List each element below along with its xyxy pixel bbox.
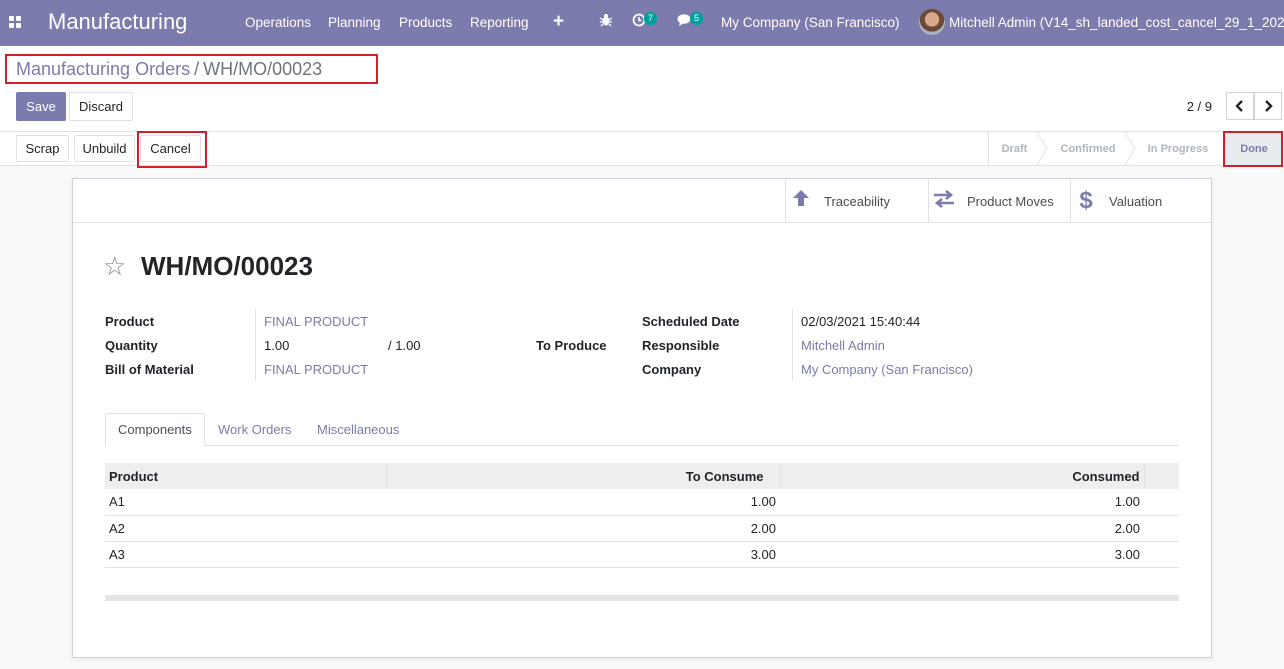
table-row[interactable]: A2 2.00 2.00	[105, 515, 1179, 542]
notebook-tabs: Components Work Orders Miscellaneous	[105, 413, 1179, 446]
traceability-label: Traceability	[824, 193, 890, 209]
valuation-button[interactable]: $ Valuation	[1070, 179, 1211, 223]
control-panel: Manufacturing Orders / WH/MO/00023 Save Di…	[0, 46, 1284, 132]
menu-reporting[interactable]: Reporting	[470, 15, 529, 30]
product-moves-button[interactable]: Product Moves	[928, 179, 1070, 223]
product-label: Product	[105, 314, 155, 329]
field-divider	[792, 309, 793, 381]
stage-in-progress[interactable]: In Progress	[1134, 132, 1222, 165]
table-footer	[105, 595, 1179, 601]
save-button[interactable]: Save	[16, 92, 66, 121]
company-field[interactable]: My Company (San Francisco)	[801, 362, 973, 377]
traceability-button[interactable]: Traceability	[785, 179, 928, 223]
table-row[interactable]: A3 3.00 3.00	[105, 541, 1179, 568]
pager-previous-button[interactable]	[1226, 92, 1254, 120]
product-field[interactable]: FINAL PRODUCT	[264, 314, 368, 329]
cell-to-consume: 3.00	[386, 541, 780, 568]
cell-consumed: 3.00	[780, 541, 1144, 568]
tab-components[interactable]: Components	[105, 413, 205, 446]
menu-operations[interactable]: Operations	[245, 15, 311, 30]
form-sheet: Traceability Product Moves $ Valuation ☆…	[72, 178, 1212, 658]
highlight-breadcrumb	[5, 54, 378, 84]
company-label: Company	[642, 362, 702, 377]
unbuild-button[interactable]: Unbuild	[74, 135, 135, 162]
user-avatar[interactable]	[919, 9, 945, 35]
discard-button[interactable]: Discard	[69, 92, 133, 121]
table-header-row: Product To Consume Consumed	[105, 463, 1179, 489]
message-count-badge: 5	[690, 12, 704, 25]
highlight-done-stage	[1223, 131, 1283, 167]
record-title: WH/MO/00023	[141, 251, 313, 281]
plus-icon[interactable]: +	[553, 11, 564, 33]
bom-field[interactable]: FINAL PRODUCT	[264, 362, 368, 377]
scrap-button[interactable]: Scrap	[16, 135, 69, 162]
scheduled-date-field[interactable]: 02/03/2021 15:40:44	[801, 314, 920, 329]
responsible-field[interactable]: Mitchell Admin	[801, 338, 885, 353]
column-consumed[interactable]: Consumed	[780, 463, 1145, 489]
bom-label: Bill of Material	[105, 362, 194, 377]
cell-to-consume: 1.00	[386, 489, 780, 516]
tab-work-orders[interactable]: Work Orders	[206, 413, 303, 446]
highlight-cancel-button	[137, 131, 207, 168]
field-divider	[255, 309, 256, 381]
company-switcher[interactable]: My Company (San Francisco)	[721, 15, 900, 30]
exchange-icon	[929, 188, 959, 214]
cell-to-consume: 2.00	[386, 515, 780, 542]
apps-menu-icon[interactable]	[9, 16, 23, 30]
quantity-total: / 1.00	[388, 338, 421, 353]
cell-product: A2	[105, 515, 386, 542]
cell-extra	[1144, 515, 1179, 542]
tab-miscellaneous[interactable]: Miscellaneous	[305, 413, 411, 446]
responsible-label: Responsible	[642, 338, 720, 353]
stage-confirmed[interactable]: Confirmed	[1046, 132, 1130, 165]
cell-product: A3	[105, 541, 386, 568]
activity-count-badge: 7	[644, 12, 658, 25]
top-navbar: Manufacturing Operations Planning Produc…	[0, 0, 1284, 46]
app-name[interactable]: Manufacturing	[48, 9, 187, 35]
cell-product: A1	[105, 489, 386, 516]
column-to-consume[interactable]: To Consume	[386, 463, 781, 489]
bug-icon[interactable]	[599, 13, 613, 31]
column-extra	[1144, 463, 1179, 489]
quantity-label: Quantity	[105, 338, 158, 353]
pager-value: 2 / 9	[1186, 99, 1212, 114]
components-table: Product To Consume Consumed A1 1.00 1.00…	[105, 463, 1179, 568]
cell-extra	[1144, 489, 1179, 516]
menu-products[interactable]: Products	[399, 15, 452, 30]
to-produce-label: To Produce	[536, 338, 607, 353]
chevron-right-icon	[1265, 100, 1273, 112]
statusbar: Scrap Unbuild Cancel Draft Confirmed In …	[0, 131, 1284, 168]
quantity-field[interactable]: 1.00	[264, 338, 289, 353]
stage-draft[interactable]: Draft	[988, 132, 1040, 165]
product-moves-label: Product Moves	[967, 193, 1054, 209]
scheduled-date-label: Scheduled Date	[642, 314, 740, 329]
column-product[interactable]: Product	[105, 463, 387, 489]
arrow-up-icon	[786, 188, 816, 214]
star-icon[interactable]: ☆	[103, 251, 126, 282]
dollar-icon: $	[1079, 187, 1093, 214]
menu-planning[interactable]: Planning	[328, 15, 381, 30]
pager-next-button[interactable]	[1254, 92, 1282, 120]
cell-consumed: 1.00	[780, 489, 1144, 516]
smart-button-box: Traceability Product Moves $ Valuation	[73, 179, 1211, 223]
table-row[interactable]: A1 1.00 1.00	[105, 489, 1179, 516]
cell-extra	[1144, 541, 1179, 568]
user-menu[interactable]: Mitchell Admin (V14_sh_landed_cost_cance…	[949, 15, 1284, 30]
valuation-label: Valuation	[1109, 193, 1163, 209]
cell-consumed: 2.00	[780, 515, 1144, 542]
chevron-left-icon	[1235, 100, 1243, 112]
